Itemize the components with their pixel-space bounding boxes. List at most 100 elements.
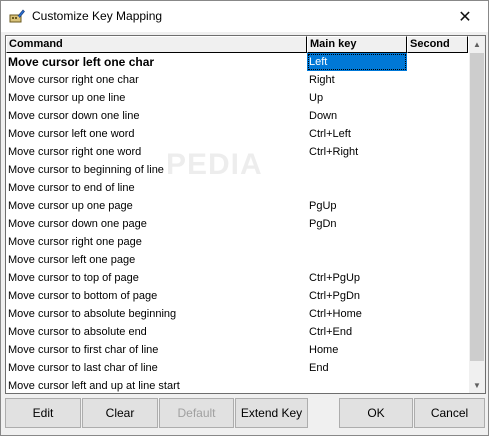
key-mapping-grid[interactable]: Command Main key Second Move cursor left… <box>5 35 486 394</box>
table-row[interactable]: Move cursor down one line Down <box>6 107 468 125</box>
main-key-cell[interactable]: Ctrl+End <box>307 323 407 341</box>
second-key-cell[interactable] <box>407 305 468 323</box>
table-row[interactable]: Move cursor to top of page Ctrl+PgUp <box>6 269 468 287</box>
table-row[interactable]: Move cursor to absolute beginning Ctrl+Ho… <box>6 305 468 323</box>
command-cell[interactable]: Move cursor to end of line <box>6 179 307 197</box>
second-key-cell[interactable] <box>407 251 468 269</box>
main-key-cell[interactable] <box>307 161 407 179</box>
second-key-cell[interactable] <box>407 215 468 233</box>
table-row[interactable]: Move cursor to first char of line Home <box>6 341 468 359</box>
column-header-second[interactable]: Second <box>407 36 468 53</box>
clear-button[interactable]: Clear <box>82 398 158 428</box>
command-cell[interactable]: Move cursor down one line <box>6 107 307 125</box>
second-key-cell[interactable] <box>407 143 468 161</box>
extend-key-button[interactable]: Extend Key <box>235 398 308 428</box>
command-cell[interactable]: Move cursor right one char <box>6 71 307 89</box>
command-cell[interactable]: Move cursor to first char of line <box>6 341 307 359</box>
main-key-cell[interactable]: End <box>307 359 407 377</box>
command-cell[interactable]: Move cursor to last char of line <box>6 359 307 377</box>
second-key-cell[interactable] <box>407 53 468 71</box>
second-key-cell[interactable] <box>407 179 468 197</box>
command-cell[interactable]: Move cursor to beginning of line <box>6 161 307 179</box>
second-key-cell[interactable] <box>407 323 468 341</box>
table-row[interactable]: Move cursor to absolute end Ctrl+End <box>6 323 468 341</box>
main-key-cell[interactable]: Right <box>307 71 407 89</box>
command-cell[interactable]: Move cursor left one word <box>6 125 307 143</box>
table-row[interactable]: Move cursor to end of line <box>6 179 468 197</box>
main-key-cell[interactable]: Down <box>307 107 407 125</box>
second-key-cell[interactable] <box>407 377 468 393</box>
table-row[interactable]: Move cursor right one char Right <box>6 71 468 89</box>
edit-button[interactable]: Edit <box>5 398 81 428</box>
second-key-cell[interactable] <box>407 197 468 215</box>
grid-rows: Move cursor left one char Left Move cursor… <box>6 53 468 393</box>
second-key-cell[interactable] <box>407 125 468 143</box>
second-key-cell[interactable] <box>407 107 468 125</box>
main-key-cell[interactable]: Ctrl+Right <box>307 143 407 161</box>
ok-button[interactable]: OK <box>339 398 413 428</box>
second-key-cell[interactable] <box>407 233 468 251</box>
main-key-cell[interactable]: PgDn <box>307 215 407 233</box>
vertical-scrollbar[interactable]: ▲ ▼ <box>469 36 485 393</box>
scrollbar-thumb[interactable] <box>470 53 484 361</box>
main-key-cell[interactable] <box>307 233 407 251</box>
command-cell[interactable]: Move cursor to absolute beginning <box>6 305 307 323</box>
main-key-cell[interactable]: Home <box>307 341 407 359</box>
table-row[interactable]: Move cursor left one char Left <box>6 53 468 71</box>
command-cell[interactable]: Move cursor down one page <box>6 215 307 233</box>
table-row[interactable]: Move cursor left one word Ctrl+Left <box>6 125 468 143</box>
scroll-up-icon: ▲ <box>473 39 481 49</box>
table-row[interactable]: Move cursor down one page PgDn <box>6 215 468 233</box>
second-key-cell[interactable] <box>407 89 468 107</box>
table-row[interactable]: Move cursor left one page <box>6 251 468 269</box>
second-key-cell[interactable] <box>407 71 468 89</box>
table-row[interactable]: Move cursor right one page <box>6 233 468 251</box>
default-button[interactable]: Default <box>159 398 234 428</box>
main-key-cell[interactable]: Ctrl+PgUp <box>307 269 407 287</box>
main-key-cell[interactable]: PgUp <box>307 197 407 215</box>
command-cell[interactable]: Move cursor to top of page <box>6 269 307 287</box>
cancel-button[interactable]: Cancel <box>414 398 485 428</box>
command-cell[interactable]: Move cursor up one page <box>6 197 307 215</box>
window-title: Customize Key Mapping <box>32 9 163 23</box>
grid-header: Command Main key Second <box>6 36 468 53</box>
dialog-window: Customize Key Mapping ✕ Command Main key… <box>0 0 489 436</box>
table-row[interactable]: Move cursor to last char of line End <box>6 359 468 377</box>
close-button[interactable]: ✕ <box>442 1 488 32</box>
second-key-cell[interactable] <box>407 359 468 377</box>
command-cell[interactable]: Move cursor left and up at line start <box>6 377 307 393</box>
command-cell[interactable]: Move cursor to bottom of page <box>6 287 307 305</box>
command-cell[interactable]: Move cursor up one line <box>6 89 307 107</box>
second-key-cell[interactable] <box>407 341 468 359</box>
table-row[interactable]: Move cursor up one line Up <box>6 89 468 107</box>
main-key-cell[interactable]: Ctrl+PgDn <box>307 287 407 305</box>
command-cell[interactable]: Move cursor left one page <box>6 251 307 269</box>
command-cell[interactable]: Move cursor right one page <box>6 233 307 251</box>
main-key-cell[interactable] <box>307 251 407 269</box>
main-key-cell[interactable]: Ctrl+Left <box>307 125 407 143</box>
title-bar: Customize Key Mapping ✕ <box>1 1 488 32</box>
table-row[interactable]: Move cursor to bottom of page Ctrl+PgDn <box>6 287 468 305</box>
main-key-cell[interactable]: Ctrl+Home <box>307 305 407 323</box>
command-cell[interactable]: Move cursor left one char <box>6 53 307 71</box>
command-cell[interactable]: Move cursor to absolute end <box>6 323 307 341</box>
table-row[interactable]: Move cursor to beginning of line <box>6 161 468 179</box>
second-key-cell[interactable] <box>407 287 468 305</box>
column-header-command[interactable]: Command <box>6 36 307 53</box>
table-row[interactable]: Move cursor right one word Ctrl+Right <box>6 143 468 161</box>
table-row[interactable]: Move cursor left and up at line start <box>6 377 468 393</box>
close-icon: ✕ <box>458 8 472 26</box>
main-key-cell[interactable]: Up <box>307 89 407 107</box>
main-key-cell[interactable] <box>307 377 407 393</box>
second-key-cell[interactable] <box>407 161 468 179</box>
keyboard-pencil-icon <box>9 8 25 24</box>
column-header-main-key[interactable]: Main key <box>307 36 407 53</box>
command-cell[interactable]: Move cursor right one word <box>6 143 307 161</box>
second-key-cell[interactable] <box>407 269 468 287</box>
scroll-down-button[interactable]: ▼ <box>469 377 485 393</box>
table-row[interactable]: Move cursor up one page PgUp <box>6 197 468 215</box>
main-key-cell[interactable]: Left <box>307 53 407 71</box>
main-key-cell[interactable] <box>307 179 407 197</box>
scroll-down-icon: ▼ <box>473 380 481 390</box>
scroll-up-button[interactable]: ▲ <box>469 36 485 52</box>
